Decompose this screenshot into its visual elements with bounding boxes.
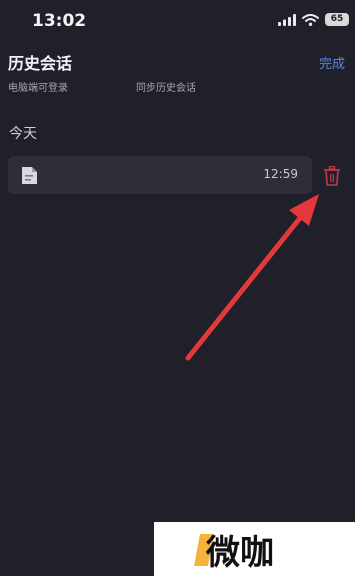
- watermark-logo: 微咖: [154, 522, 355, 576]
- wifi-icon: [302, 13, 319, 26]
- history-item-time: 12:59: [263, 167, 298, 181]
- trash-icon[interactable]: [323, 166, 341, 186]
- document-icon: [22, 167, 37, 184]
- subtitle-login-hint: 电脑端可登录: [8, 83, 68, 94]
- status-bar: 13:02 65: [0, 0, 355, 44]
- history-item[interactable]: 12:59: [8, 156, 312, 194]
- signal-icon: [278, 13, 296, 26]
- subtitle-sync-hint: 同步历史会话: [136, 83, 196, 94]
- page-title: 历史会话: [8, 54, 73, 73]
- header: 历史会话 完成 电脑端可登录 同步历史会话: [8, 48, 347, 98]
- done-button[interactable]: 完成: [319, 53, 345, 72]
- svg-text:微咖: 微咖: [205, 533, 274, 573]
- status-time: 13:02: [32, 11, 87, 31]
- status-icons: 65: [278, 13, 349, 26]
- battery-icon: 65: [325, 13, 349, 26]
- watermark-logo-graphic: 微咖: [194, 533, 274, 573]
- section-label-today: 今天: [9, 126, 37, 142]
